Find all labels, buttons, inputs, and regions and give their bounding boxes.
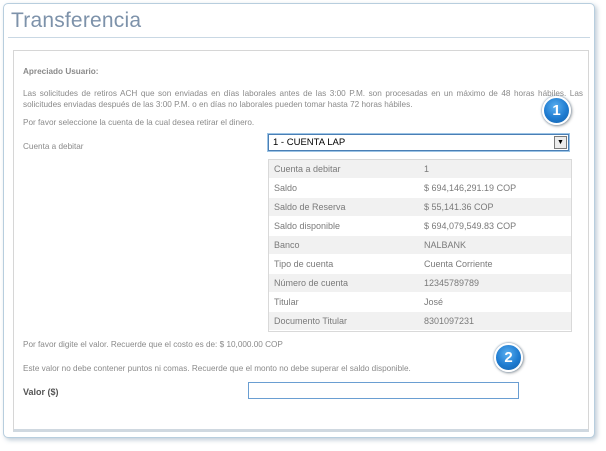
detail-value: Cuenta Corriente bbox=[424, 259, 493, 269]
detail-value: $ 55,141.36 COP bbox=[424, 202, 494, 212]
detail-value: $ 694,079,549.83 COP bbox=[424, 221, 517, 231]
detail-value: 8301097231 bbox=[424, 316, 475, 326]
detail-key: Tipo de cuenta bbox=[274, 259, 334, 269]
transfer-panel: Transferencia Apreciado Usuario: Las sol… bbox=[3, 3, 595, 438]
step-badge-1: 1 bbox=[542, 96, 571, 125]
table-row: Número de cuenta 12345789789 bbox=[269, 274, 571, 293]
detail-key: Número de cuenta bbox=[274, 278, 349, 288]
table-row: Banco NALBANK bbox=[269, 236, 571, 255]
detail-value: $ 694,146,291.19 COP bbox=[424, 183, 517, 193]
account-label: Cuenta a debitar bbox=[23, 142, 84, 151]
page-title: Transferencia bbox=[11, 9, 142, 32]
detail-key: Banco bbox=[274, 240, 300, 250]
detail-key: Titular bbox=[274, 297, 299, 307]
account-details-table: Cuenta a debitar 1 Saldo $ 694,146,291.1… bbox=[268, 159, 572, 332]
detail-value: 12345789789 bbox=[424, 278, 480, 288]
transfer-form: Apreciado Usuario: Las solicitudes de re… bbox=[13, 50, 589, 432]
title-divider bbox=[8, 37, 590, 38]
table-row: Titular José bbox=[269, 293, 571, 312]
table-row: Saldo de Reserva $ 55,141.36 COP bbox=[269, 198, 571, 217]
detail-key: Saldo de Reserva bbox=[274, 202, 346, 212]
amount-label: Valor ($) bbox=[23, 387, 59, 397]
select-account-prompt: Por favor seleccione la cuenta de la cua… bbox=[23, 118, 255, 127]
table-row: Tipo de cuenta Cuenta Corriente bbox=[269, 255, 571, 274]
format-note: Este valor no debe contener puntos ni co… bbox=[23, 364, 411, 373]
greeting-text: Apreciado Usuario: bbox=[23, 67, 99, 76]
account-select[interactable]: 1 - CUENTA LAP ▼ bbox=[267, 133, 570, 152]
table-row: Saldo disponible $ 694,079,549.83 COP bbox=[269, 217, 571, 236]
detail-value: José bbox=[424, 297, 444, 307]
table-row: Saldo $ 694,146,291.19 COP bbox=[269, 179, 571, 198]
table-row: Cuenta a debitar 1 bbox=[269, 160, 571, 179]
cost-note: Por favor digite el valor. Recuerde que … bbox=[23, 340, 283, 349]
processing-info-text: Las solicitudes de retiros ACH que son e… bbox=[23, 89, 583, 109]
detail-key: Cuenta a debitar bbox=[274, 164, 341, 174]
detail-key: Saldo bbox=[274, 183, 298, 193]
detail-key: Saldo disponible bbox=[274, 221, 341, 231]
step-badge-2: 2 bbox=[494, 343, 523, 372]
account-select-value: 1 - CUENTA LAP bbox=[273, 137, 346, 148]
detail-key: Documento Titular bbox=[274, 316, 348, 326]
detail-value: 1 bbox=[424, 164, 430, 174]
amount-input[interactable] bbox=[248, 382, 519, 399]
chevron-down-icon[interactable]: ▼ bbox=[554, 136, 567, 149]
table-row: Documento Titular 8301097231 bbox=[269, 312, 571, 331]
detail-value: NALBANK bbox=[424, 240, 467, 250]
